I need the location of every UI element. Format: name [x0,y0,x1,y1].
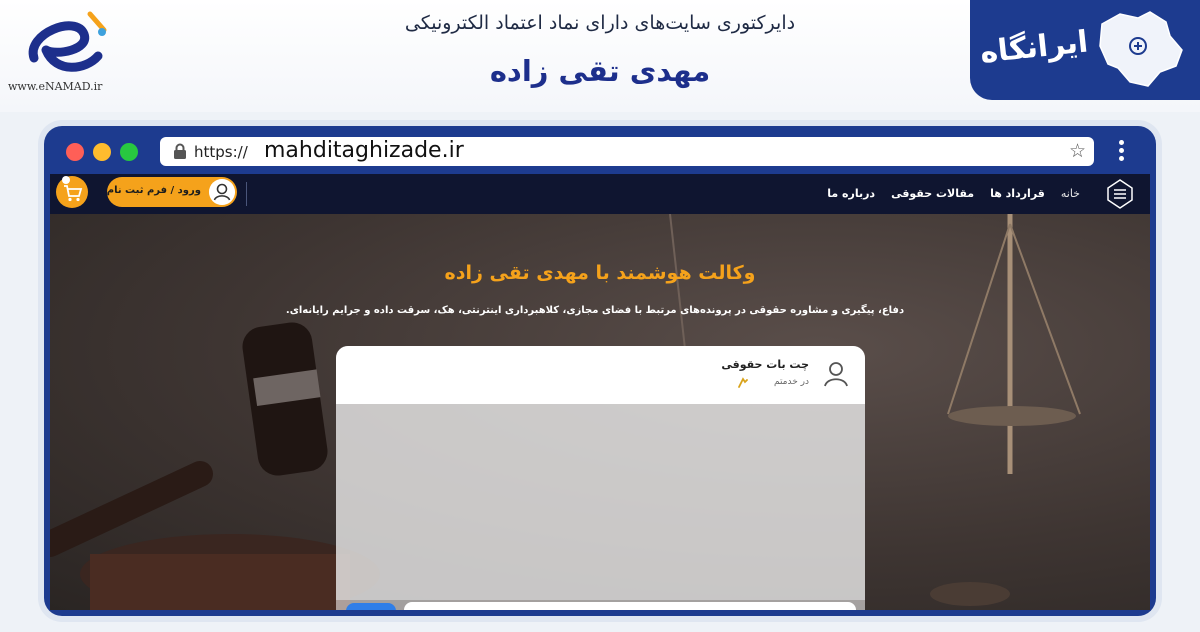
nav-about[interactable]: درباره ما [827,187,875,200]
minimize-window-button[interactable] [93,143,111,161]
browser-window: https:// mahditaghizade.ir ☆ خانه قراردا… [44,126,1156,616]
chatbot-status: در خدمتم [773,377,809,387]
hero-title: وکالت هوشمند با مهدی تقی زاده [444,262,756,284]
user-icon [209,179,235,205]
login-label: ورود / فرم ثبت نام [106,185,201,196]
bot-avatar-icon [824,362,848,387]
star-icon[interactable]: ☆ [1069,140,1086,162]
irangah-logo-text: ایرانگاه [978,24,1090,71]
website-page: خانه قرارداد ها مقالات حقوقی درباره ما و… [50,174,1150,610]
chat-send-button[interactable] [346,603,396,610]
login-register-button[interactable]: ورود / فرم ثبت نام [107,177,237,207]
nav-home[interactable]: خانه [1061,187,1080,200]
directory-title: دایرکتوری سایت‌های دارای نماد اعتماد الک… [404,12,796,34]
navbar-divider [246,182,247,206]
kebab-menu-icon[interactable] [1116,140,1126,164]
chatbot-title: چت بات حقوقی [721,358,809,371]
close-window-button[interactable] [66,143,84,161]
irangah-badge[interactable]: ایرانگاه [970,0,1200,100]
legal-chatbot-widget: چت بات حقوقی در خدمتم [336,346,865,610]
site-name-heading: مهدی تقی زاده [489,54,711,88]
chatbot-header: چت بات حقوقی در خدمتم [336,346,865,404]
site-logo[interactable] [1104,178,1136,210]
enamad-url[interactable]: www.eNAMAD.ir [8,80,102,93]
chat-message-input[interactable] [404,602,856,610]
maximize-window-button[interactable] [120,143,138,161]
url-domain: mahditaghizade.ir [264,138,464,163]
wave-hand-icon [738,377,748,388]
site-nav-menu: خانه قرارداد ها مقالات حقوقی درباره ما [827,187,1080,200]
iran-map-icon [1099,11,1183,87]
hero-subtitle: دفاع، پیگیری و مشاوره حقوقی در پرونده‌ها… [285,305,905,316]
directory-banner: www.eNAMAD.ir دایرکتوری سایت‌های دارای ن… [0,0,1200,112]
nav-contracts[interactable]: قرارداد ها [990,187,1045,200]
cart-icon [64,185,83,202]
address-bar[interactable]: https:// mahditaghizade.ir ☆ [160,137,1094,166]
cart-button[interactable] [56,176,88,208]
lock-icon [174,143,186,159]
site-navbar: خانه قرارداد ها مقالات حقوقی درباره ما و… [50,174,1150,214]
chatbot-messages [336,404,865,600]
nav-articles[interactable]: مقالات حقوقی [891,187,974,200]
cart-badge [62,176,70,184]
url-protocol: https:// [194,143,248,161]
